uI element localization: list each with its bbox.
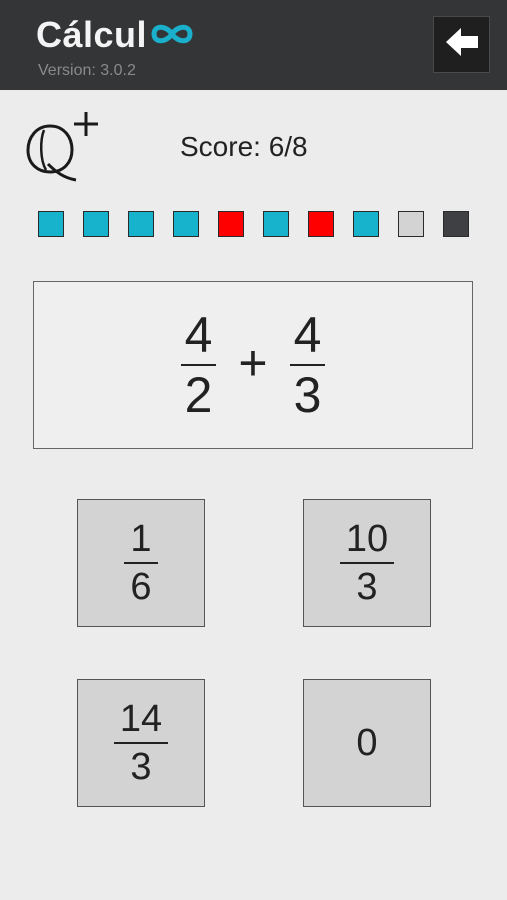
progress-square bbox=[398, 211, 424, 237]
back-button[interactable] bbox=[433, 16, 490, 73]
app-title: Cálcul bbox=[36, 14, 195, 56]
answer-button-2[interactable]: 10 3 bbox=[303, 499, 431, 627]
answer-fraction: 10 3 bbox=[339, 518, 395, 608]
progress-square bbox=[173, 211, 199, 237]
app-title-text: Cálcul bbox=[36, 14, 148, 55]
denominator: 3 bbox=[130, 746, 152, 788]
score-label: Score: 6/8 bbox=[180, 131, 308, 162]
numerator: 4 bbox=[184, 307, 213, 363]
progress-square bbox=[263, 211, 289, 237]
denominator: 3 bbox=[293, 367, 322, 423]
progress-indicator bbox=[38, 211, 469, 237]
progress-square bbox=[353, 211, 379, 237]
q-plus-logo bbox=[20, 108, 102, 184]
progress-square bbox=[83, 211, 109, 237]
progress-square bbox=[308, 211, 334, 237]
denominator: 6 bbox=[130, 566, 152, 608]
answer-button-3[interactable]: 14 3 bbox=[77, 679, 205, 807]
app-header: Cálcul Version: 3.0.2 bbox=[0, 0, 507, 90]
question-right-fraction: 4 3 bbox=[289, 307, 326, 423]
progress-square bbox=[443, 211, 469, 237]
answer-button-1[interactable]: 1 6 bbox=[77, 499, 205, 627]
answer-button-4[interactable]: 0 bbox=[303, 679, 431, 807]
question-box: 4 2 + 4 3 bbox=[33, 281, 473, 449]
numerator: 10 bbox=[345, 518, 389, 560]
version-label: Version: 3.0.2 bbox=[38, 62, 136, 79]
numerator: 1 bbox=[130, 518, 152, 560]
operator: + bbox=[238, 335, 268, 391]
denominator: 2 bbox=[184, 367, 213, 423]
question-left-fraction: 4 2 bbox=[180, 307, 217, 423]
progress-square bbox=[218, 211, 244, 237]
denominator: 3 bbox=[356, 566, 378, 608]
numerator: 4 bbox=[293, 307, 322, 363]
answer-fraction: 14 3 bbox=[113, 698, 169, 788]
infinity-icon bbox=[149, 14, 195, 56]
progress-square bbox=[38, 211, 64, 237]
arrow-left-icon bbox=[444, 26, 480, 63]
answer-fraction: 1 6 bbox=[124, 518, 158, 608]
numerator: 14 bbox=[119, 698, 163, 740]
answer-value: 0 bbox=[356, 721, 378, 764]
progress-square bbox=[128, 211, 154, 237]
